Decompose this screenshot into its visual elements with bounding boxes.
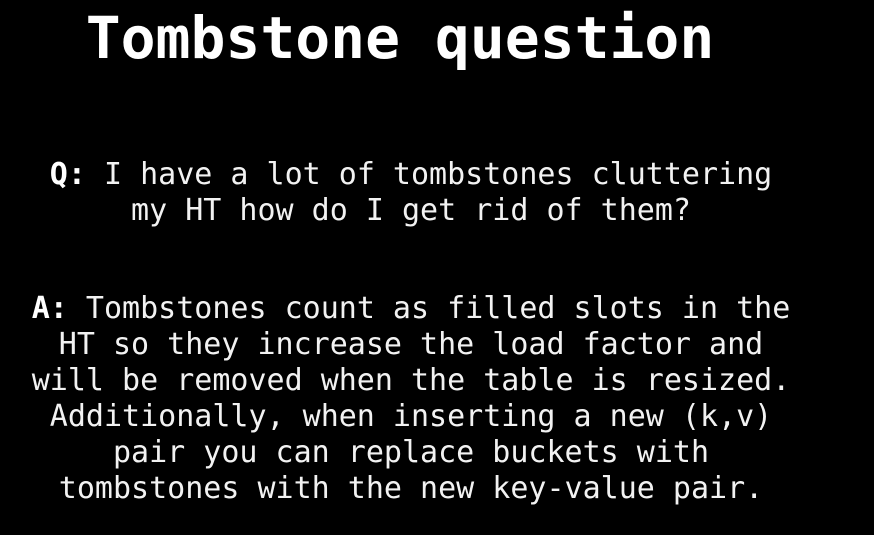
answer-line: A: Tombstones count as filled slots in t… (0, 291, 848, 327)
answer-block: A: Tombstones count as filled slots in t… (0, 291, 848, 507)
question-line: my HT how do I get rid of them? (131, 193, 691, 228)
question-block: Q: I have a lot of tombstones cluttering… (0, 157, 848, 229)
question-text: I have a lot of tombstones cluttering (85, 157, 773, 192)
question-line: Q: I have a lot of tombstones cluttering (0, 157, 848, 193)
answer-line: pair you can replace buckets with (112, 435, 710, 470)
answer-line: will be removed when the table is resize… (31, 363, 791, 398)
answer-prefix: A: (31, 291, 68, 326)
slide: Tombstone question Q: I have a lot of to… (0, 0, 874, 535)
slide-title: Tombstone question (85, 4, 715, 72)
answer-text: Tombstones count as filled slots in the (67, 291, 791, 326)
answer-line: Additionally, when inserting a new (k,v) (49, 399, 773, 434)
question-prefix: Q: (49, 157, 86, 192)
answer-line: HT so they increase the load factor and (58, 327, 764, 362)
answer-line: tombstones with the new key-value pair. (58, 471, 764, 506)
